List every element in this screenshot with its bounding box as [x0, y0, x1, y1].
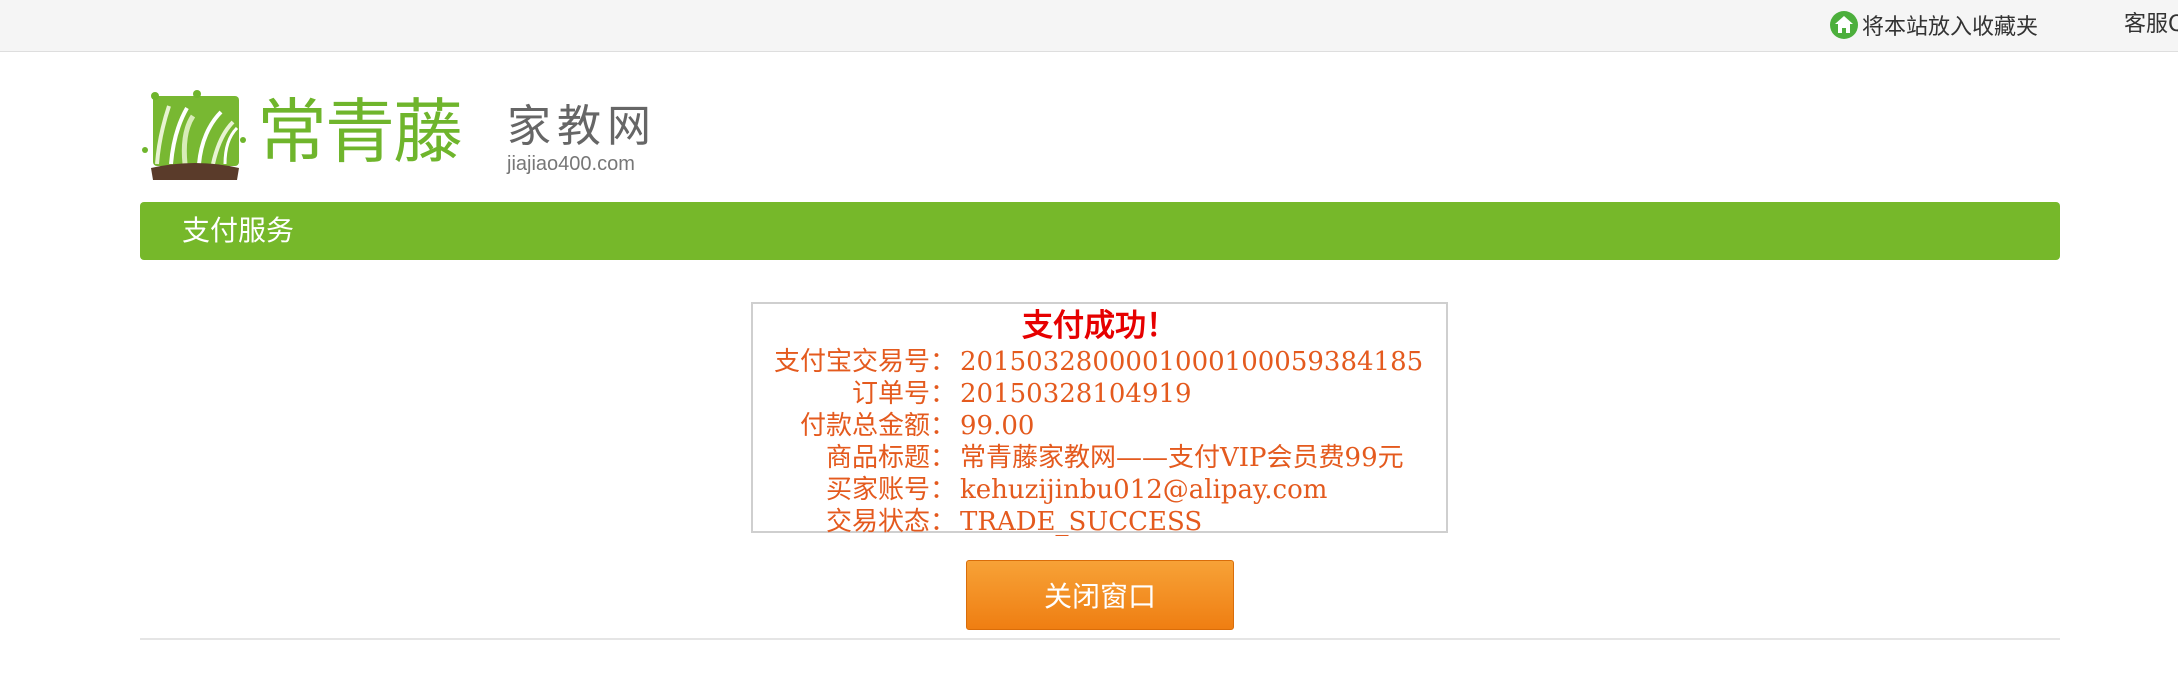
home-icon: [1830, 11, 1858, 39]
info-row-total-amount: 付款总金额： 99.00: [753, 410, 1446, 442]
logo-subtitle: 家教网: [507, 101, 657, 152]
info-value: kehuzijinbu012@alipay.com: [960, 475, 1328, 505]
info-row-buyer-account: 买家账号： kehuzijinbu012@alipay.com: [753, 474, 1446, 506]
info-label: 商品标题：: [825, 443, 956, 473]
info-label: 支付宝交易号：: [773, 347, 956, 377]
site-logo[interactable]: 常青藤 家教网 jiajiao400.com: [139, 88, 659, 188]
add-to-favorites-label: 将本站放入收藏夹: [1862, 15, 2039, 40]
close-window-button[interactable]: 关闭窗口: [966, 560, 1234, 630]
customer-service-link[interactable]: 客服Q: [2124, 8, 2178, 42]
logo-domain: jiajiao400.com: [507, 153, 635, 175]
info-value: 常青藤家教网——支付VIP会员费99元: [960, 443, 1404, 473]
info-label: 交易状态：: [825, 507, 956, 537]
section-title: 支付服务: [182, 214, 295, 247]
logo-name: 常青藤: [257, 91, 463, 173]
info-row-trade-no: 支付宝交易号： 2015032800001000100059384185: [753, 346, 1446, 378]
payment-success-title: 支付成功！: [1022, 308, 1177, 344]
info-label: 付款总金额：: [799, 411, 956, 441]
info-value: TRADE_SUCCESS: [960, 507, 1203, 537]
info-value: 99.00: [960, 411, 1035, 441]
top-bar: 将本站放入收藏夹 客服Q: [0, 0, 2178, 52]
info-label: 订单号：: [851, 379, 956, 409]
section-header-bar: 支付服务: [140, 202, 2060, 260]
info-row-order-no: 订单号： 20150328104919: [753, 378, 1446, 410]
info-label: 买家账号：: [825, 475, 956, 505]
logo-grass-icon: [142, 90, 246, 180]
payment-result-box: 支付成功！ 支付宝交易号： 20150328000010001000593841…: [751, 302, 1448, 537]
info-value: 2015032800001000100059384185: [960, 347, 1424, 377]
info-row-product-title: 商品标题： 常青藤家教网——支付VIP会员费99元: [753, 442, 1446, 474]
footer-divider: [140, 638, 2060, 640]
info-value: 20150328104919: [960, 379, 1192, 409]
info-row-trade-status: 交易状态： TRADE_SUCCESS: [753, 506, 1446, 538]
add-to-favorites-link[interactable]: 将本站放入收藏夹: [1829, 8, 2038, 42]
